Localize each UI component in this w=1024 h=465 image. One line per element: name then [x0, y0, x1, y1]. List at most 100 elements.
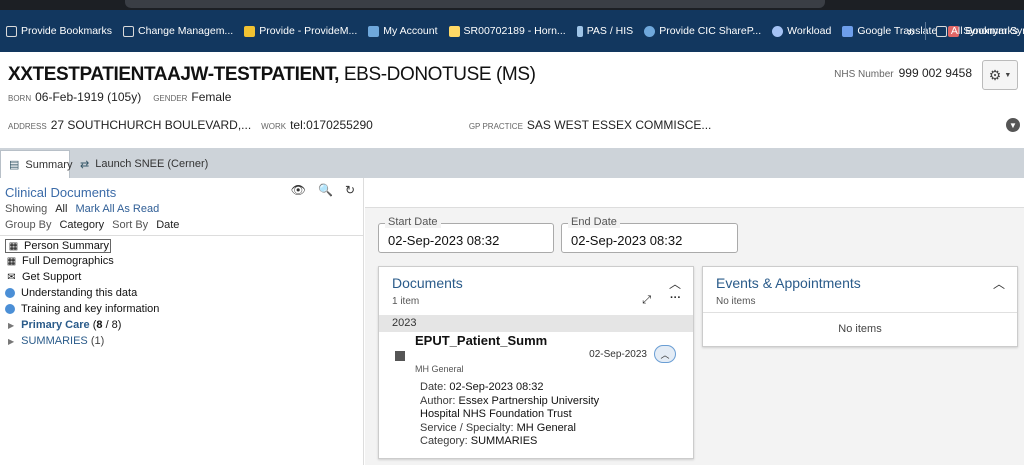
- divider: [0, 235, 364, 236]
- summary-icon: ▤: [9, 159, 20, 171]
- events-count: No items: [716, 296, 756, 307]
- born-value: 06-Feb-1919 (105y): [35, 90, 142, 104]
- bookmark-provide-providem[interactable]: Provide - ProvideM...: [244, 25, 357, 37]
- folder-icon: [6, 25, 17, 37]
- work-value: tel:0170255290: [290, 118, 373, 132]
- patient-name: XXTESTPATIENTAAJW-TESTPATIENT, EBS-DONOT…: [8, 64, 536, 85]
- chevron-up-icon: ︿: [660, 349, 670, 360]
- grid-icon: ▦: [6, 255, 17, 267]
- panel-title: Clinical Documents: [5, 185, 117, 200]
- documents-card: Documents ︿ 1 item ⤢ ··· 2023 EPUT_Patie…: [378, 266, 694, 459]
- mark-all-read-link[interactable]: Mark All As Read: [75, 203, 159, 215]
- gender-value: Female: [191, 90, 232, 104]
- documents-title: Documents: [392, 275, 463, 291]
- panel-toolbar: 👁 🔍 ↻: [291, 183, 355, 197]
- address-value: 27 SOUTHCHURCH BOULEVARD,...: [50, 118, 252, 132]
- envelope-icon: ✉: [7, 271, 16, 283]
- bookmark-change-management[interactable]: Change Managem...: [123, 25, 233, 37]
- tab-bar: ▤ Summary ⇄ Launch SNEE (Cerner): [0, 148, 1024, 178]
- document-date-detail: Date: 02-Sep-2023 08:32: [420, 381, 544, 393]
- bookmark-pas-his[interactable]: PAS / HIS: [576, 25, 633, 37]
- bookmark-provide-bookmarks[interactable]: Provide Bookmarks: [6, 25, 112, 37]
- account-icon: [368, 25, 380, 37]
- pas-icon: [576, 25, 583, 37]
- bookmark-my-account[interactable]: My Account: [368, 25, 438, 37]
- expand-triangle-icon: ▶: [8, 336, 15, 346]
- divider: [703, 312, 1017, 313]
- showing-filter[interactable]: All: [55, 203, 67, 215]
- caret-down-icon: ▼: [1004, 71, 1012, 79]
- bookmarks-bar: Provide Bookmarks Change Managem... Prov…: [0, 10, 1024, 52]
- nhs-number: NHS Number 999 002 9458: [834, 66, 972, 80]
- patient-contact-row: ADDRESS 27 SOUTHCHURCH BOULEVARD,... WOR…: [8, 118, 712, 132]
- documents-count: 1 item: [392, 296, 420, 307]
- bookmark-sr00702189[interactable]: SR00702189 - Horn...: [448, 25, 566, 37]
- group-by-select[interactable]: Category: [59, 219, 104, 231]
- search-icon[interactable]: 🔍: [318, 183, 333, 197]
- swap-icon: ⇄: [80, 158, 90, 171]
- expand-triangle-icon: ▶: [8, 320, 15, 330]
- content-area: Start Date 02-Sep-2023 08:32 End Date 02…: [365, 178, 1024, 465]
- sort-by-select[interactable]: Date: [156, 219, 179, 231]
- chevron-down-icon: ▼: [1009, 120, 1017, 130]
- tab-launch-snee[interactable]: ⇄ Launch SNEE (Cerner): [72, 150, 216, 178]
- grid-icon: ▦: [8, 240, 19, 252]
- patient-banner: XXTESTPATIENTAAJW-TESTPATIENT, EBS-DONOT…: [0, 52, 1024, 148]
- patient-demographics-row: BORN 06-Feb-1919 (105y) GENDER Female: [8, 90, 232, 104]
- collapse-caret-icon[interactable]: ︿: [669, 275, 681, 292]
- separator: [924, 22, 926, 40]
- events-title: Events & Appointments: [716, 275, 861, 291]
- workload-icon: [772, 25, 784, 37]
- bookmarks-overflow-button[interactable]: »: [908, 24, 915, 39]
- document-date: 02-Sep-2023: [589, 349, 647, 360]
- document-service-detail: Service / Specialty: MH General: [420, 422, 576, 434]
- info-icon: [5, 288, 15, 298]
- full-demographics-item[interactable]: ▦ Full Demographics: [5, 255, 114, 267]
- folder-icon: [123, 25, 135, 37]
- document-title[interactable]: EPUT_Patient_Summ: [415, 333, 547, 348]
- year-group-header: 2023: [379, 315, 693, 332]
- end-date-field[interactable]: End Date 02-Sep-2023 08:32: [561, 216, 738, 253]
- folder-icon: [935, 25, 947, 37]
- bookmark-provide-cic-sharepoint[interactable]: Provide CIC ShareP...: [644, 25, 761, 37]
- gp-practice-value: SAS WEST ESSEX COMMISCE...: [526, 118, 712, 132]
- events-card: Events & Appointments ︿ No items No item…: [702, 266, 1018, 347]
- person-summary-item[interactable]: ▦ Person Summary: [5, 239, 111, 253]
- get-support-item[interactable]: ✉ Get Support: [5, 271, 81, 283]
- expand-icon[interactable]: ⤢: [642, 294, 651, 307]
- browser-tabstrip: [0, 0, 1024, 10]
- sharepoint-icon: [644, 25, 656, 37]
- training-info-item[interactable]: Training and key information: [5, 303, 159, 315]
- all-bookmarks-button[interactable]: All Bookmarks: [935, 25, 1018, 37]
- info-icon: [5, 304, 15, 314]
- document-specialty: MH General: [415, 364, 464, 374]
- clinical-documents-panel: Clinical Documents 👁 🔍 ↻ Showing All Mar…: [0, 178, 364, 465]
- translate-icon: [842, 25, 854, 37]
- settings-menu-button[interactable]: ⚙ ▼: [982, 60, 1018, 90]
- eye-icon[interactable]: 👁: [291, 183, 306, 197]
- bookmark-workload[interactable]: Workload: [772, 25, 831, 37]
- refresh-icon[interactable]: ↻: [345, 183, 355, 197]
- collapse-document-button[interactable]: ︿: [654, 345, 676, 363]
- content-header: [365, 178, 1024, 208]
- document-icon: [395, 351, 405, 361]
- start-date-field[interactable]: Start Date 02-Sep-2023 08:32: [378, 216, 554, 253]
- expand-banner-button[interactable]: ▼: [1006, 118, 1020, 132]
- document-author-detail: Author: Essex Partnership University: [420, 395, 600, 407]
- bookmarks-bar-right: » All Bookmarks: [908, 10, 1018, 52]
- star-folder-icon: [244, 25, 256, 37]
- events-empty-message: No items: [838, 323, 882, 335]
- more-options-icon[interactable]: ···: [670, 292, 681, 304]
- showing-row: Showing All Mark All As Read: [5, 203, 160, 215]
- browser-address-bar[interactable]: [125, 0, 825, 8]
- group-sort-row: Group By Category Sort By Date: [5, 219, 180, 231]
- collapse-caret-icon[interactable]: ︿: [993, 275, 1005, 292]
- ticket-icon: [448, 25, 460, 37]
- document-category-detail: Category: SUMMARIES: [420, 435, 538, 447]
- tab-summary[interactable]: ▤ Summary: [0, 150, 72, 178]
- understanding-data-item[interactable]: Understanding this data: [5, 287, 137, 299]
- document-author-detail-cont: Hospital NHS Foundation Trust: [420, 408, 572, 420]
- tree-primary-care[interactable]: ▶ Primary Care (8 / 8): [8, 319, 121, 331]
- tree-summaries[interactable]: ▶ SUMMARIES (1): [8, 335, 104, 347]
- gear-icon: ⚙: [988, 66, 1002, 83]
